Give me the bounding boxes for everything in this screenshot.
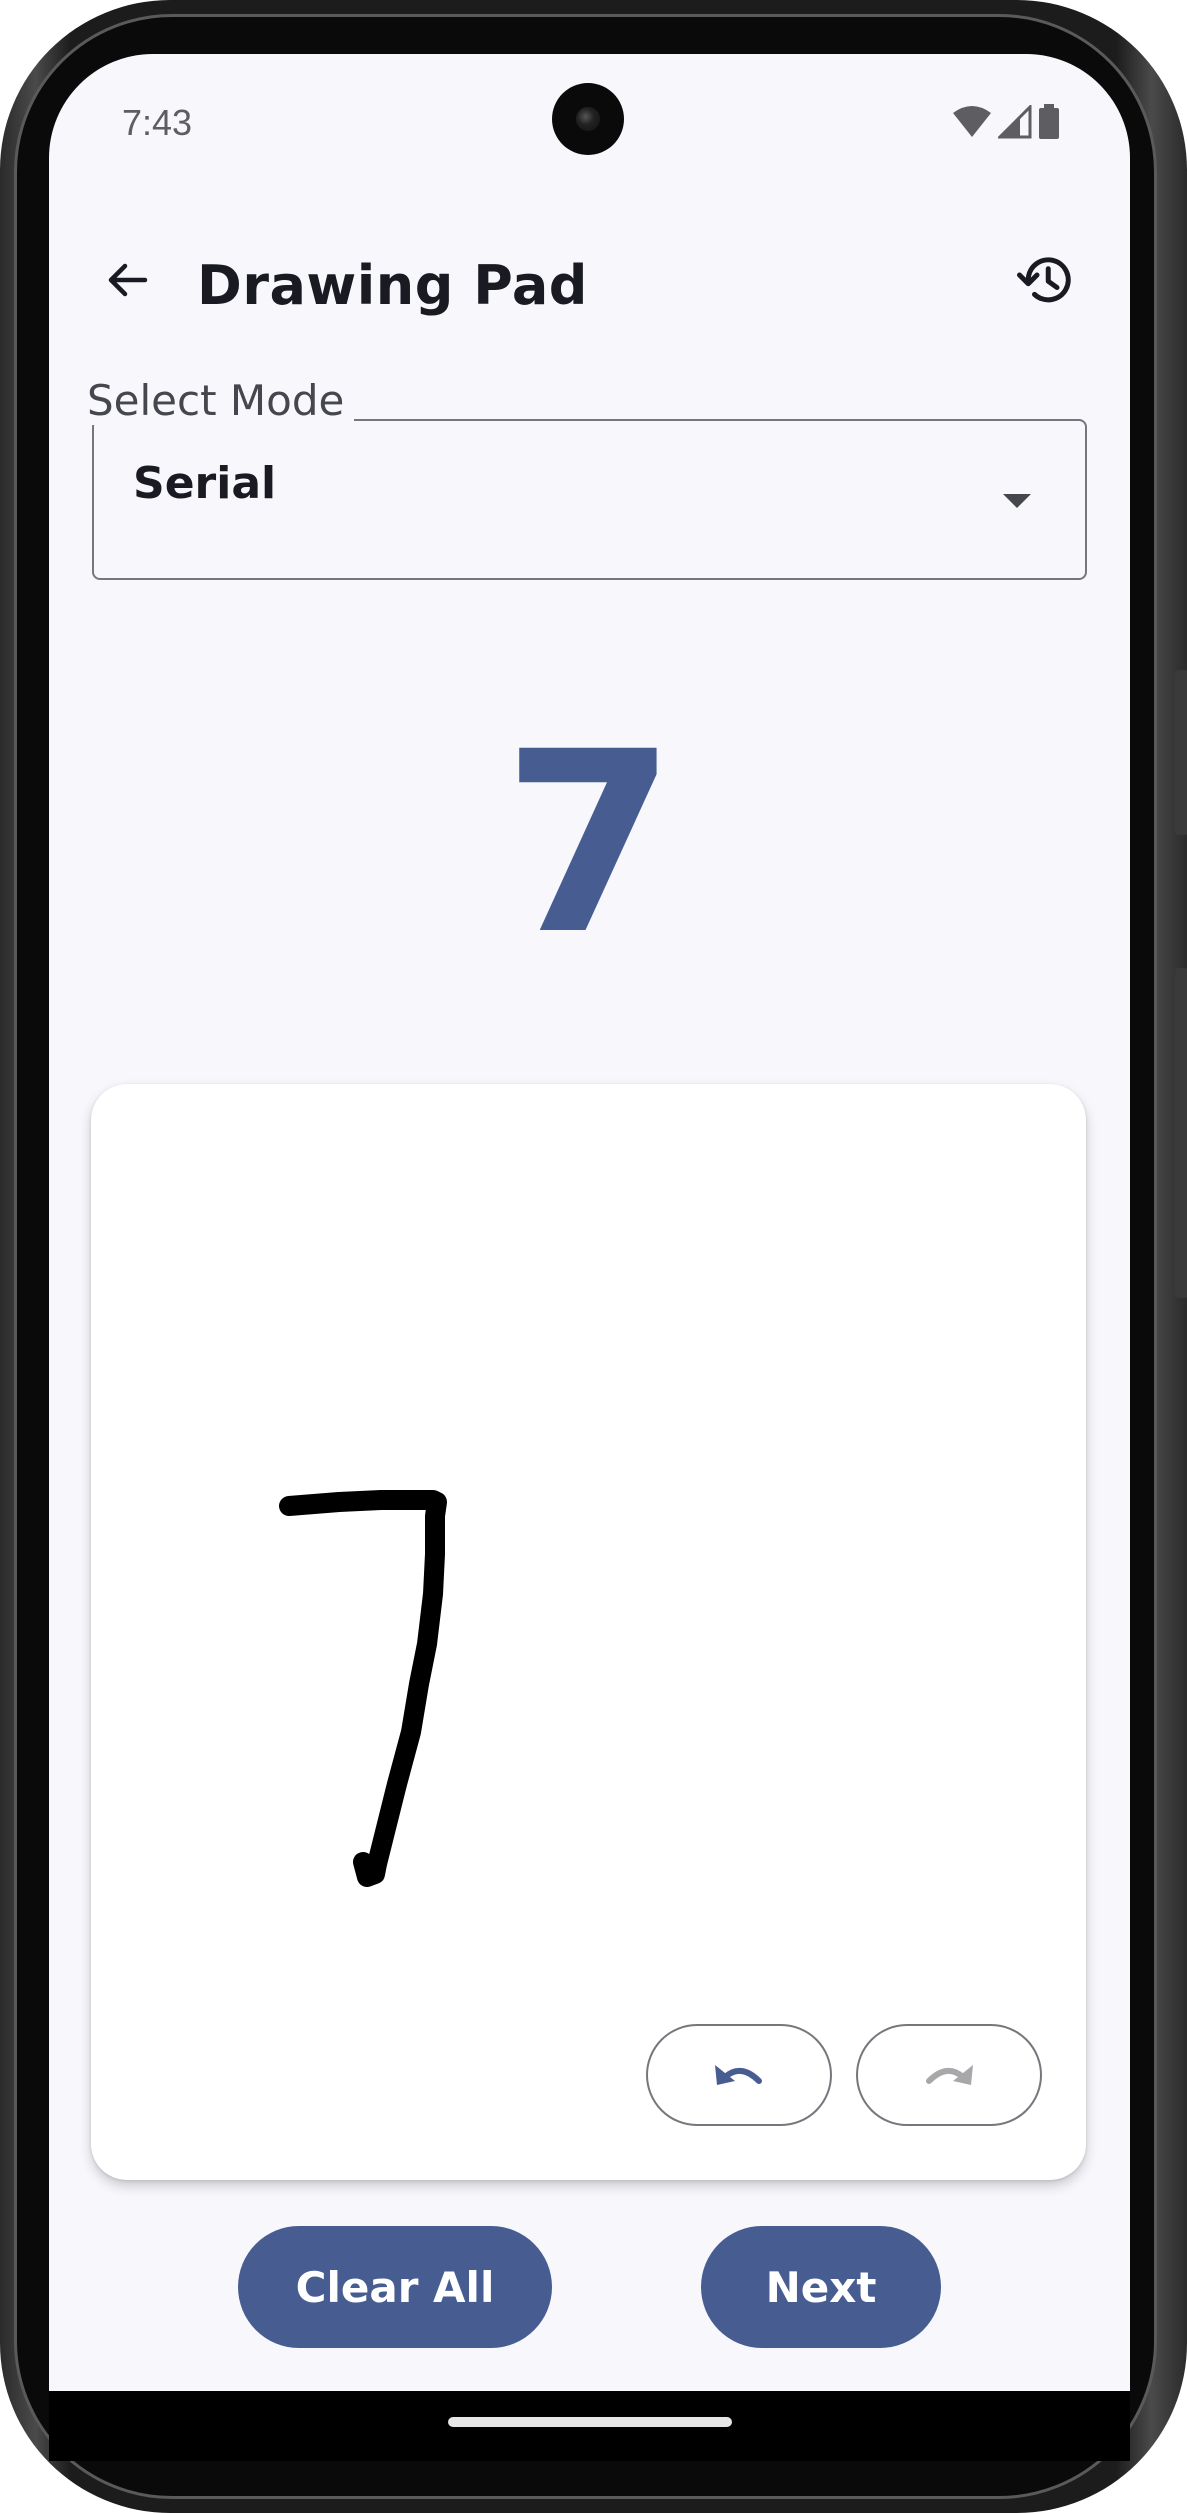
mode-select-label: Select Mode [77, 376, 355, 425]
history-button[interactable] [1009, 242, 1085, 318]
battery-icon [1039, 104, 1059, 139]
home-indicator[interactable] [448, 2417, 732, 2427]
mode-select-value[interactable]: Serial [133, 458, 276, 509]
front-camera [552, 83, 624, 155]
clear-all-button[interactable]: Clear All [238, 2226, 552, 2348]
status-icons [952, 104, 1060, 140]
cell-signal-icon [998, 105, 1032, 139]
dropdown-arrow-icon[interactable] [1003, 494, 1031, 508]
drawn-stroke [279, 1490, 447, 1887]
wifi-icon [953, 106, 991, 137]
app-screen: 7:43 Drawing Pad Select Mode Serial 7 Cl… [49, 54, 1130, 2391]
volume-button [1175, 968, 1187, 1298]
drawing-canvas[interactable] [91, 1084, 1086, 2180]
undo-button[interactable] [646, 2024, 832, 2126]
next-button[interactable]: Next [701, 2226, 941, 2348]
undo-icon [715, 2065, 762, 2085]
power-button [1175, 670, 1187, 835]
target-digit: 7 [502, 698, 677, 989]
camera-lens [576, 107, 600, 131]
redo-icon [926, 2065, 973, 2085]
back-button[interactable] [91, 244, 163, 316]
page-title: Drawing Pad [197, 254, 588, 317]
redo-button[interactable] [856, 2024, 1042, 2126]
arrow-back-icon [108, 263, 148, 297]
status-time: 7:43 [122, 102, 193, 143]
history-icon [1017, 257, 1071, 303]
